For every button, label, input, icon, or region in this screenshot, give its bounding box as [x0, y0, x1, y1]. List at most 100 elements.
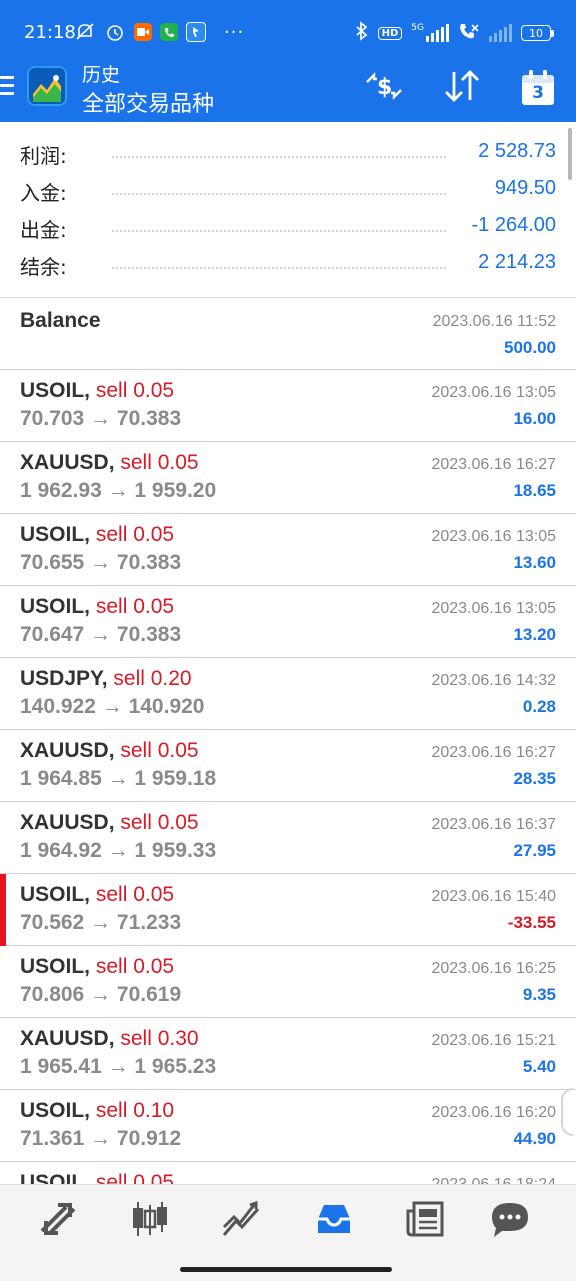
- trade-separator: ,: [84, 523, 91, 546]
- trade-separator: ,: [108, 451, 115, 474]
- wifi-calling-icon: [458, 21, 480, 45]
- trade-time: 2023.06.16 16:27: [431, 456, 556, 473]
- trade-row[interactable]: USOIL, sell 0.05 70.703 → 70.383 2023.06.1…: [0, 370, 576, 442]
- trade-time: 2023.06.16 16:20: [431, 1104, 556, 1121]
- trade-row[interactable]: XAUUSD, sell 0.05 1 962.93 → 1 959.20 2023…: [0, 442, 576, 514]
- trade-time: 2023.06.16 14:32: [431, 672, 556, 689]
- trade-time: 2023.06.16 13:05: [431, 528, 556, 545]
- battery-level: 10: [521, 25, 551, 41]
- calendar-button[interactable]: 3: [516, 66, 560, 110]
- sort-icon: [442, 68, 482, 108]
- trade-symbol: XAUUSD: [20, 451, 109, 474]
- trade-row[interactable]: USOIL, sell 0.05 2023.06.16 18:24: [0, 1162, 576, 1184]
- trade-separator: ,: [101, 667, 108, 690]
- trade-type: sell 0.05: [95, 1171, 175, 1184]
- mute-icon: [74, 21, 96, 43]
- trade-prices: 70.562 → 71.233: [20, 911, 182, 934]
- currency-switch-button[interactable]: $: [362, 66, 406, 110]
- trade-time: 2023.06.16 16:27: [431, 744, 556, 761]
- trade-type: sell 0.05: [120, 451, 199, 474]
- trade-row[interactable]: USDJPY, sell 0.20 140.922 → 140.920 2023.0…: [0, 658, 576, 730]
- menu-icon[interactable]: [0, 76, 14, 98]
- trade-time: 2023.06.16 16:37: [431, 816, 556, 833]
- nav-history[interactable]: [310, 1199, 358, 1243]
- trade-row[interactable]: XAUUSD, sell 0.05 1 964.85 → 1 959.18 2023…: [0, 730, 576, 802]
- gesture-bar: [180, 1267, 392, 1272]
- edge-panel-handle[interactable]: [561, 1088, 573, 1136]
- trade-profit: 27.95: [513, 841, 556, 860]
- nav-news[interactable]: [402, 1199, 450, 1243]
- trade-symbol: USOIL: [20, 955, 85, 978]
- trade-profit: 5.40: [522, 1057, 556, 1076]
- trade-type: sell 0.30: [120, 1027, 199, 1050]
- trade-row[interactable]: USOIL, sell 0.05 70.562 → 71.233 2023.06.1…: [0, 874, 576, 946]
- status-time: 21:18: [24, 22, 76, 43]
- trade-type: sell 0.20: [113, 667, 192, 690]
- trade-time: 2023.06.16 15:40: [431, 888, 556, 905]
- trade-time: 2023.06.16 13:05: [431, 384, 556, 401]
- symbol-filter-title[interactable]: 全部交易品种: [82, 86, 214, 118]
- trade-profit: 9.35: [522, 985, 556, 1004]
- summary-row-profit: 利润: 2 528.73: [20, 134, 556, 170]
- trade-row[interactable]: USOIL, sell 0.05 70.647 → 70.383 2023.06.1…: [0, 586, 576, 658]
- page-title: 历史: [82, 64, 121, 86]
- summary-value: -1 264.00: [465, 214, 556, 237]
- phone-app-icon: [160, 23, 178, 41]
- messages-icon: [488, 1199, 532, 1243]
- trade-time: 2023.06.16 15:21: [431, 1032, 556, 1049]
- trade-row[interactable]: XAUUSD, sell 0.30 1 965.41 → 1 965.23 2023…: [0, 1018, 576, 1090]
- trade-symbol: USOIL: [20, 1171, 85, 1184]
- trade-prices: 1 962.93 → 1 959.20: [20, 479, 217, 502]
- bluetooth-icon: [355, 21, 369, 45]
- news-icon: [404, 1199, 448, 1243]
- app-logo: [27, 66, 67, 106]
- sort-button[interactable]: [440, 66, 484, 110]
- trade-time: 2023.06.16 18:24: [431, 1176, 556, 1184]
- summary-label: 利润:: [20, 140, 73, 169]
- trade-row[interactable]: XAUUSD, sell 0.05 1 964.92 → 1 959.33 2023…: [0, 802, 576, 874]
- trade-symbol: USOIL: [20, 379, 85, 402]
- trade-symbol: XAUUSD: [20, 811, 109, 834]
- summary-value: 949.50: [488, 177, 556, 200]
- nav-chart[interactable]: [126, 1199, 174, 1243]
- map-app-icon: [186, 22, 206, 42]
- trade-row[interactable]: USOIL, sell 0.05 70.655 → 70.383 2023.06.1…: [0, 514, 576, 586]
- trade-separator: ,: [108, 811, 115, 834]
- trade-separator: ,: [84, 1099, 91, 1122]
- summary-row-balance: 结余: 2 214.23: [20, 245, 556, 281]
- trade-time: 2023.06.16 11:52: [432, 313, 556, 330]
- trade-prices: 70.647 → 70.383: [20, 623, 182, 646]
- battery-icon: 10: [521, 25, 554, 41]
- summary-label: 出金:: [20, 214, 73, 243]
- status-system-icons: HD 5G 10: [355, 21, 554, 45]
- trade-row[interactable]: USOIL, sell 0.10 71.361 → 70.912 2023.06.1…: [0, 1090, 576, 1162]
- app-bar: 历史 全部交易品种 $ 3: [0, 58, 576, 122]
- nav-messages[interactable]: [486, 1199, 534, 1243]
- trade-row[interactable]: USOIL, sell 0.05 70.806 → 70.619 2023.06.1…: [0, 946, 576, 1018]
- trade-type: sell 0.05: [120, 739, 199, 762]
- trade-type: sell 0.05: [95, 883, 175, 906]
- trade-profit: 44.90: [513, 1129, 556, 1148]
- svg-text:$: $: [377, 75, 392, 100]
- trade-type: sell 0.10: [95, 1099, 175, 1122]
- trade-symbol: XAUUSD: [20, 1027, 109, 1050]
- nav-quotes[interactable]: [34, 1199, 82, 1243]
- summary-value: 2 528.73: [472, 140, 556, 163]
- trade-prices: 70.806 → 70.619: [20, 983, 182, 1006]
- trade-symbol: USOIL: [20, 523, 85, 546]
- trade-prices: 71.361 → 70.912: [20, 1127, 182, 1150]
- trade-type: sell 0.05: [120, 811, 199, 834]
- alarm-icon: [104, 21, 126, 43]
- trade-profit: 13.20: [513, 625, 556, 644]
- trade-separator: ,: [84, 883, 91, 906]
- chart-icon: [128, 1199, 172, 1243]
- trade-prices: 1 965.41 → 1 965.23: [20, 1055, 217, 1078]
- trade-history-list[interactable]: Balance 2023.06.16 11:52 500.00 USOIL, s…: [0, 298, 576, 1184]
- calendar-icon: 3: [520, 69, 556, 107]
- trade-prices: 140.922 → 140.920: [20, 695, 205, 718]
- scrollbar[interactable]: [568, 128, 572, 180]
- trade-type: sell 0.05: [95, 955, 175, 978]
- nav-trade[interactable]: [218, 1199, 266, 1243]
- trade-prices: 1 964.85 → 1 959.18: [20, 767, 217, 790]
- balance-row[interactable]: Balance 2023.06.16 11:52 500.00: [0, 298, 576, 370]
